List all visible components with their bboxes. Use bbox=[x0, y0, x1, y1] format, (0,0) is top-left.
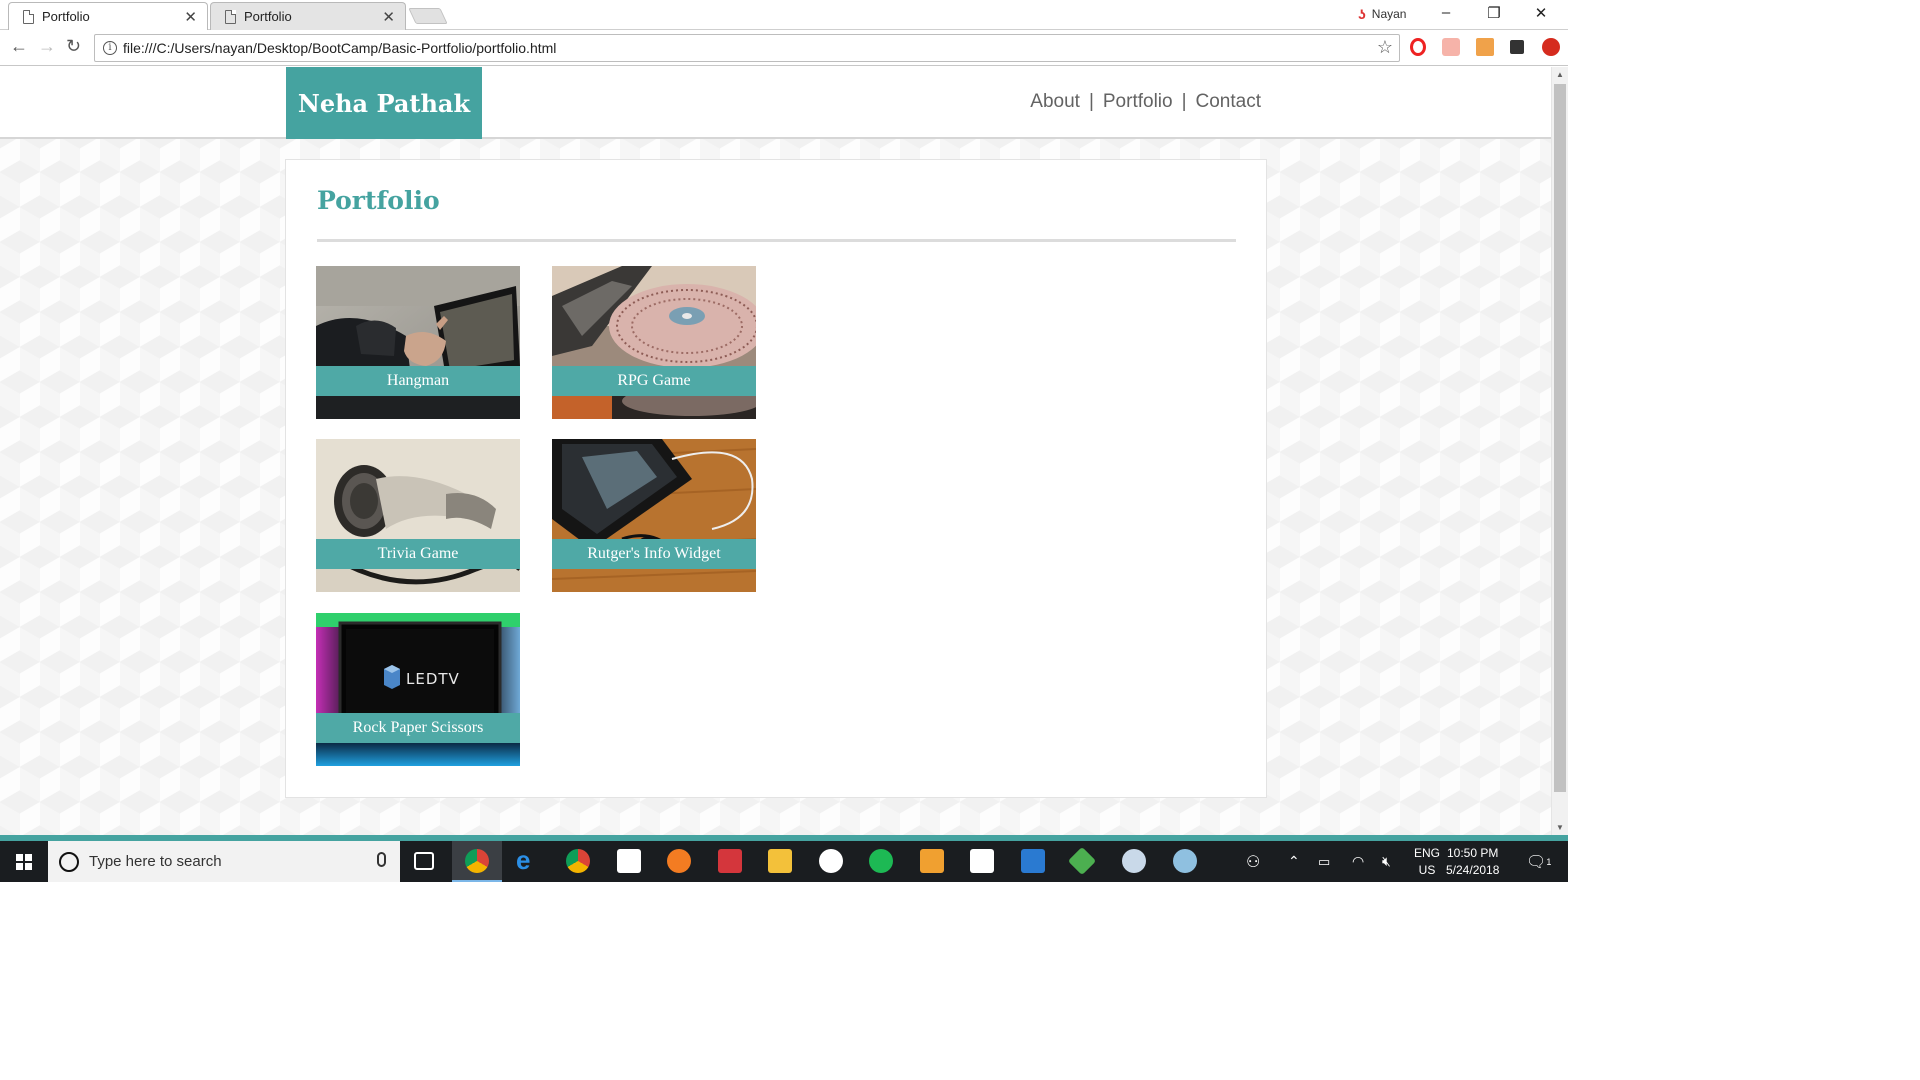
project-title[interactable]: Rock Paper Scissors bbox=[316, 713, 520, 743]
new-tab-button[interactable] bbox=[408, 8, 448, 24]
search-placeholder: Type here to search bbox=[89, 853, 222, 870]
url-text[interactable]: file:///C:/Users/nayan/Desktop/BootCamp/… bbox=[123, 40, 556, 56]
file-explorer-icon[interactable] bbox=[768, 849, 792, 873]
chrome-icon[interactable] bbox=[566, 849, 590, 873]
project-title[interactable]: Trivia Game bbox=[316, 539, 520, 569]
led-tv-logo-text: LEDTV bbox=[406, 670, 460, 688]
scroll-up-icon[interactable]: ▲ bbox=[1556, 70, 1564, 79]
phone-with-earphones-photo bbox=[552, 439, 756, 592]
windows-taskbar: Type here to search e ⚇ ⌃ ▭ ◠ 🔇︎ ENG US … bbox=[0, 841, 1568, 882]
project-card-hangman[interactable]: Hangman bbox=[316, 266, 520, 419]
reload-icon[interactable]: ↻ bbox=[66, 36, 81, 57]
action-center-icon[interactable]: 🗨︎ 1 bbox=[1526, 841, 1551, 882]
close-icon[interactable]: ✕ bbox=[184, 8, 197, 26]
store-icon[interactable] bbox=[617, 849, 641, 873]
info-icon[interactable]: i bbox=[103, 41, 117, 55]
spotify-icon[interactable] bbox=[869, 849, 893, 873]
notification-count: 1 bbox=[1546, 856, 1552, 867]
clock-date: 5/24/2018 bbox=[1446, 863, 1500, 877]
page-icon bbox=[23, 9, 34, 24]
language-indicator[interactable]: ENG US bbox=[1414, 845, 1440, 879]
people-icon[interactable]: ⚇ bbox=[1246, 841, 1260, 882]
nav-link-portfolio[interactable]: Portfolio bbox=[1103, 91, 1173, 113]
wifi-icon[interactable]: ◠ bbox=[1352, 841, 1364, 882]
portfolio-panel: Portfolio Hangman RPG Game Trivia Game R… bbox=[285, 159, 1267, 798]
volume-muted-icon[interactable]: 🔇︎ bbox=[1382, 841, 1391, 882]
profile-button[interactable]: ʖ Nayan bbox=[1358, 6, 1406, 22]
extension-icon[interactable] bbox=[1476, 38, 1494, 56]
browser-tab[interactable]: Portfolio ✕ bbox=[8, 2, 208, 30]
windows-logo-icon bbox=[16, 853, 32, 870]
forward-arrow-icon[interactable]: → bbox=[38, 36, 56, 57]
project-title[interactable]: RPG Game bbox=[552, 366, 756, 396]
close-window-icon[interactable]: ✕ bbox=[1531, 4, 1551, 22]
site-brand[interactable]: Neha Pathak bbox=[286, 67, 482, 139]
title-divider bbox=[317, 239, 1236, 242]
task-view-icon[interactable] bbox=[414, 852, 434, 870]
app-icon[interactable] bbox=[920, 849, 944, 873]
extension-icon[interactable] bbox=[1442, 38, 1460, 56]
nav-separator: | bbox=[1088, 91, 1094, 112]
bookmark-star-icon[interactable]: ☆ bbox=[1377, 37, 1393, 58]
chevron-up-icon[interactable]: ⌃ bbox=[1288, 841, 1300, 882]
nav-link-contact[interactable]: Contact bbox=[1196, 91, 1261, 113]
language-code: ENG bbox=[1414, 846, 1441, 860]
scrollbar-thumb[interactable] bbox=[1554, 84, 1566, 792]
page-icon bbox=[225, 9, 236, 24]
minimize-icon[interactable]: – bbox=[1436, 4, 1456, 21]
firefox-icon[interactable] bbox=[667, 849, 691, 873]
address-bar[interactable]: i file:///C:/Users/nayan/Desktop/BootCam… bbox=[94, 34, 1400, 62]
profile-icon: ʖ bbox=[1358, 6, 1366, 22]
tab-title: Portfolio bbox=[42, 9, 90, 24]
project-card-rutgers-info-widget[interactable]: Rutger's Info Widget bbox=[552, 439, 756, 592]
nav-link-about[interactable]: About bbox=[1030, 91, 1080, 113]
vscode-icon[interactable] bbox=[1021, 849, 1045, 873]
back-arrow-icon[interactable]: ← bbox=[10, 36, 28, 57]
nav-separator: | bbox=[1181, 91, 1187, 112]
sticky-notes-icon[interactable] bbox=[970, 849, 994, 873]
browser-tab[interactable]: Portfolio ✕ bbox=[210, 2, 406, 30]
project-card-rpg-game[interactable]: RPG Game bbox=[552, 266, 756, 419]
clock-time: 10:50 PM bbox=[1447, 846, 1499, 860]
battery-icon[interactable]: ▭ bbox=[1318, 841, 1330, 882]
turntable-photo bbox=[552, 266, 756, 419]
project-title[interactable]: Rutger's Info Widget bbox=[552, 539, 756, 569]
system-clock[interactable]: 10:50 PM 5/24/2018 bbox=[1446, 845, 1499, 879]
site-nav: About | Portfolio | Contact bbox=[1030, 91, 1261, 113]
site-header: Neha Pathak About | Portfolio | Contact bbox=[0, 67, 1551, 139]
browser-tab-strip: Portfolio ✕ Portfolio ✕ ʖ Nayan – ❐ ✕ bbox=[0, 0, 1568, 30]
region-code: US bbox=[1418, 863, 1436, 877]
paint-icon[interactable] bbox=[1173, 849, 1197, 873]
app-icon[interactable] bbox=[718, 849, 742, 873]
gitkraken-icon[interactable] bbox=[1067, 846, 1097, 876]
cortana-icon bbox=[59, 851, 79, 872]
microphone-icon[interactable] bbox=[377, 852, 386, 867]
led-tv-photo: LEDTV bbox=[316, 613, 520, 766]
tab-title: Portfolio bbox=[244, 9, 292, 24]
page-title: Portfolio bbox=[317, 186, 440, 215]
chrome-icon[interactable] bbox=[465, 849, 489, 873]
app-icon[interactable] bbox=[1122, 849, 1146, 873]
opera-extension-icon[interactable] bbox=[1410, 38, 1426, 56]
project-card-rock-paper-scissors[interactable]: LEDTV Rock Paper Scissors bbox=[316, 613, 520, 766]
earbud-photo bbox=[316, 439, 520, 592]
page-viewport: Neha Pathak About | Portfolio | Contact … bbox=[0, 67, 1551, 835]
scroll-down-icon[interactable]: ▼ bbox=[1556, 823, 1564, 832]
close-icon[interactable]: ✕ bbox=[382, 8, 395, 26]
browser-toolbar: ← → ↻ i file:///C:/Users/nayan/Desktop/B… bbox=[0, 30, 1568, 66]
profile-name: Nayan bbox=[1371, 7, 1407, 21]
restore-icon[interactable]: ❐ bbox=[1484, 4, 1504, 22]
hand-on-tablet-photo bbox=[316, 266, 520, 419]
project-card-trivia-game[interactable]: Trivia Game bbox=[316, 439, 520, 592]
edge-icon[interactable]: e bbox=[516, 845, 540, 875]
adblock-extension-icon[interactable] bbox=[1542, 38, 1560, 56]
taskbar-search[interactable]: Type here to search bbox=[48, 841, 400, 882]
extension-icon[interactable] bbox=[1510, 40, 1524, 54]
vertical-scrollbar[interactable]: ▲ ▼ bbox=[1551, 67, 1568, 835]
start-button[interactable] bbox=[0, 841, 48, 882]
project-title[interactable]: Hangman bbox=[316, 366, 520, 396]
slack-icon[interactable] bbox=[819, 849, 843, 873]
